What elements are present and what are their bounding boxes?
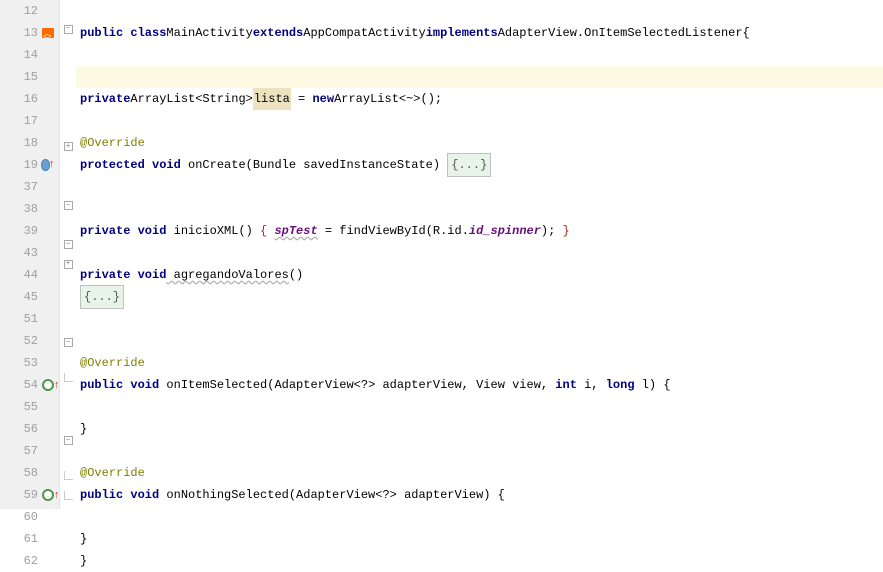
line-number: 38 (18, 198, 38, 220)
line-number-gutter: 12 13 14 15 16 17 18 19↑ 37 38 39 43 44 … (0, 0, 60, 509)
fold-toggle-icon[interactable]: − (64, 436, 73, 445)
line-number: 37 (18, 176, 38, 198)
code-line[interactable]: private ArrayList<String> lista = new Ar… (76, 88, 883, 110)
annotation: @Override (80, 132, 145, 154)
fold-end-icon (64, 491, 73, 500)
fold-toggle-icon[interactable]: + (64, 142, 73, 151)
fold-toggle-icon[interactable]: − (64, 240, 73, 249)
line-number: 13 (18, 22, 38, 44)
class-marker-icon[interactable] (41, 26, 55, 40)
field-ref: spTest (274, 220, 317, 242)
override-marker-icon[interactable] (41, 378, 55, 392)
code-line[interactable]: } (76, 550, 883, 572)
code-line[interactable]: public class MainActivity extends AppCom… (76, 22, 883, 44)
line-number: 54 (18, 374, 38, 396)
code-line[interactable] (76, 330, 883, 352)
code-line[interactable] (76, 242, 883, 264)
code-line[interactable] (76, 308, 883, 330)
code-line[interactable] (76, 0, 883, 22)
line-number: 12 (18, 0, 38, 22)
code-line[interactable] (76, 198, 883, 220)
fold-gutter: − + − − + − − (60, 0, 76, 509)
fold-end-icon (64, 373, 73, 382)
code-line[interactable] (76, 506, 883, 528)
line-number: 61 (18, 528, 38, 550)
annotation: @Override (80, 462, 145, 484)
line-number: 59 (18, 484, 38, 506)
line-number: 15 (18, 66, 38, 88)
code-editor[interactable]: public class MainActivity extends AppCom… (76, 0, 883, 509)
code-line[interactable]: protected void onCreate(Bundle savedInst… (76, 154, 883, 176)
code-line[interactable]: private void agregandoValores() (76, 264, 883, 286)
line-number: 58 (18, 462, 38, 484)
line-number: 45 (18, 286, 38, 308)
line-number: 18 (18, 132, 38, 154)
line-number: 19 (18, 154, 38, 176)
code-line[interactable] (76, 176, 883, 198)
code-line[interactable] (76, 110, 883, 132)
code-line[interactable]: } (76, 418, 883, 440)
fold-toggle-icon[interactable]: + (64, 260, 73, 269)
override-marker-icon[interactable] (41, 488, 55, 502)
fold-end-icon (64, 471, 73, 480)
folded-code-region[interactable]: {...} (447, 153, 491, 177)
code-line[interactable]: {...} (76, 286, 883, 308)
code-line[interactable] (76, 44, 883, 66)
line-number: 62 (18, 550, 38, 572)
line-number: 53 (18, 352, 38, 374)
code-line[interactable]: private void inicioXML() { spTest = find… (76, 220, 883, 242)
override-up-icon[interactable]: ↑ (41, 158, 55, 172)
field-name: lista (253, 88, 291, 110)
fold-toggle-icon[interactable]: − (64, 25, 73, 34)
fold-toggle-icon[interactable]: − (64, 201, 73, 210)
line-number: 60 (18, 506, 38, 528)
code-line[interactable] (76, 440, 883, 462)
annotation: @Override (80, 352, 145, 374)
code-line[interactable]: public void onNothingSelected(AdapterVie… (76, 484, 883, 506)
line-number: 55 (18, 396, 38, 418)
code-line[interactable]: @Override (76, 352, 883, 374)
line-number: 17 (18, 110, 38, 132)
line-number: 52 (18, 330, 38, 352)
line-number: 39 (18, 220, 38, 242)
code-line[interactable]: } (76, 528, 883, 550)
folded-code-region[interactable]: {...} (80, 285, 124, 309)
line-number: 16 (18, 88, 38, 110)
code-line[interactable]: public void onItemSelected(AdapterView<?… (76, 374, 883, 396)
line-number: 14 (18, 44, 38, 66)
line-number: 43 (18, 242, 38, 264)
code-line-highlighted[interactable] (76, 66, 883, 88)
code-line[interactable] (76, 396, 883, 418)
line-number: 51 (18, 308, 38, 330)
code-line[interactable]: @Override (76, 132, 883, 154)
fold-toggle-icon[interactable]: − (64, 338, 73, 347)
line-number: 56 (18, 418, 38, 440)
line-number: 44 (18, 264, 38, 286)
code-line[interactable]: @Override (76, 462, 883, 484)
line-number: 57 (18, 440, 38, 462)
method-name-warn: agregandoValores (166, 264, 288, 286)
